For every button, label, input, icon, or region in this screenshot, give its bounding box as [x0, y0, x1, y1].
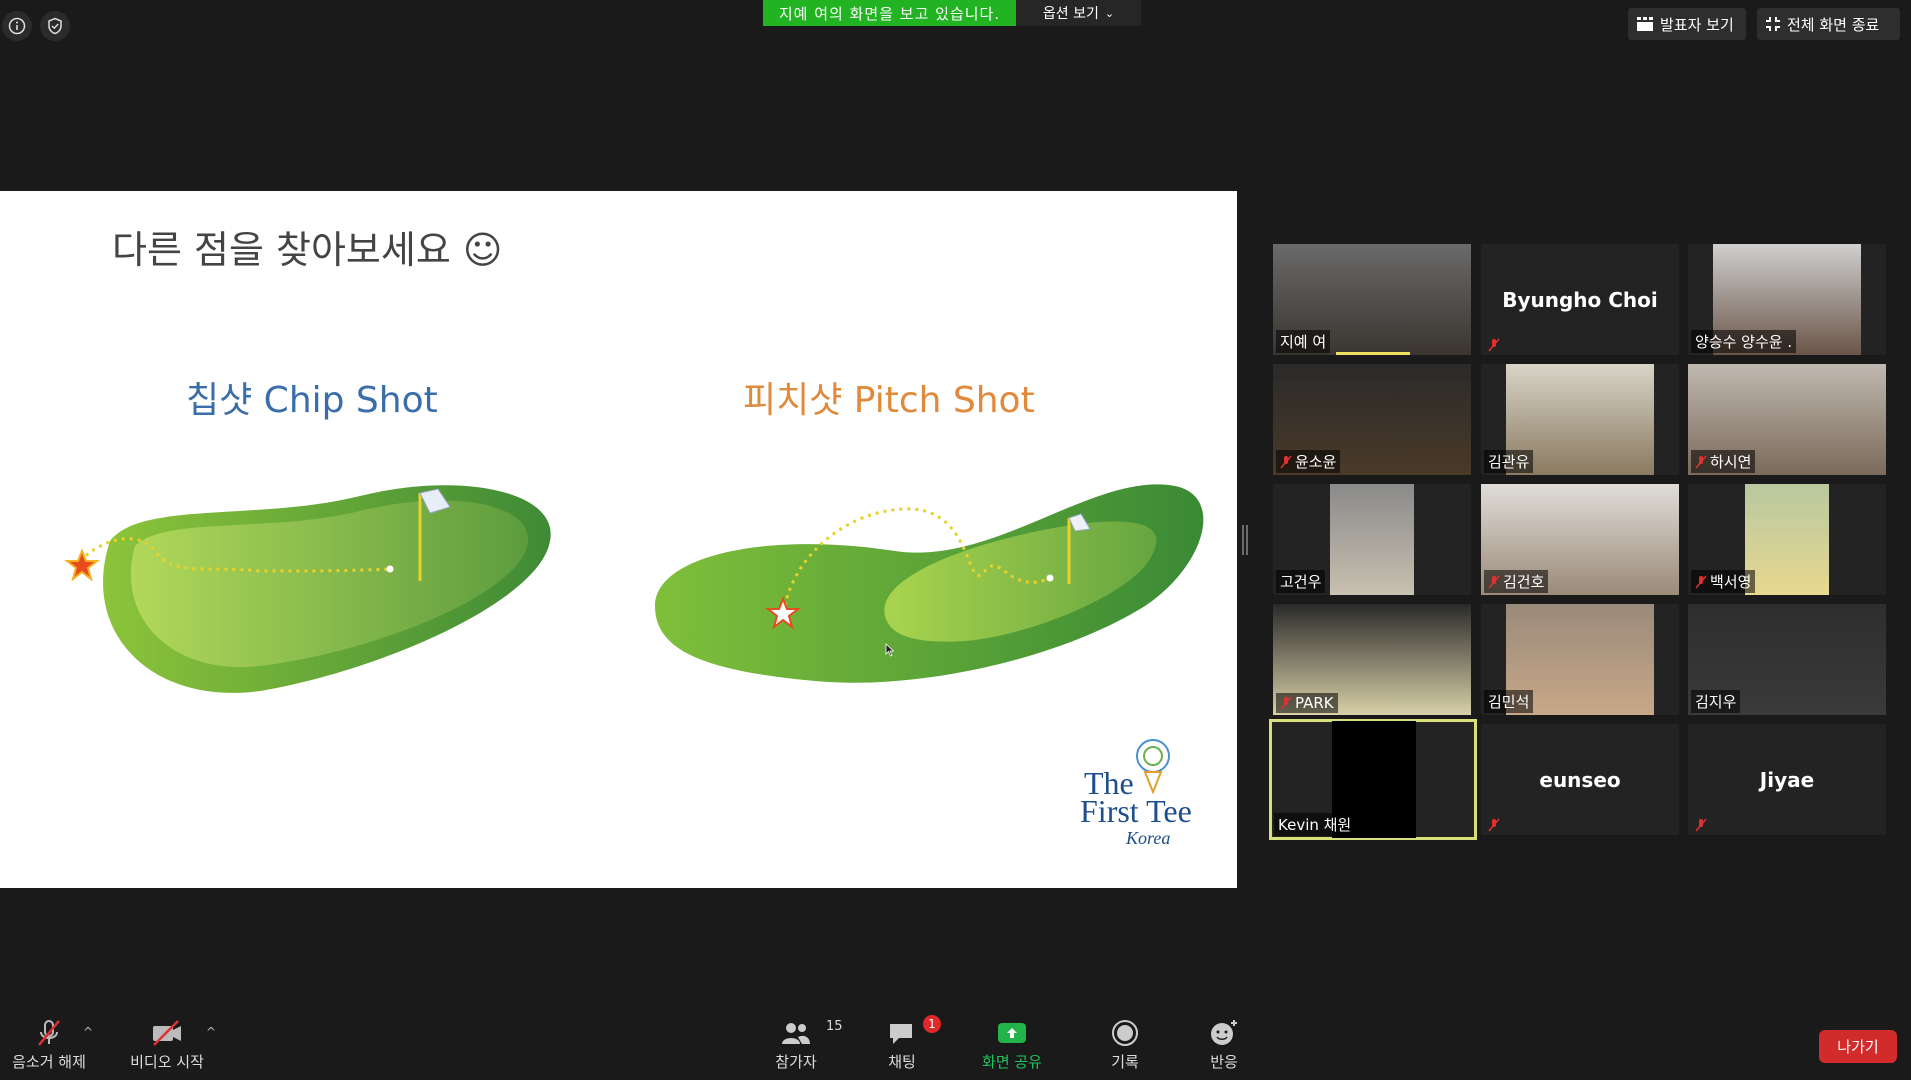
participant-tile[interactable]: Byungho Choi	[1481, 244, 1679, 355]
participant-tile[interactable]: 양승수 양수윤 .	[1688, 244, 1886, 355]
chat-label: 채팅	[888, 1053, 916, 1071]
participant-name: Kevin 채원	[1278, 816, 1352, 834]
chat-icon	[890, 1024, 912, 1044]
logo-line2: First Tee	[1080, 793, 1192, 829]
emoji-icon	[1211, 1020, 1237, 1045]
speaker-view-button[interactable]: 발표자 보기	[1628, 8, 1746, 40]
start-video-button[interactable]: 비디오 시작	[126, 1015, 208, 1072]
share-status-banner: 지예 여의 화면을 보고 있습니다.	[763, 0, 1016, 26]
slide-title: 다른 점을 찾아보세요 ☺	[112, 228, 503, 272]
info-icon[interactable]	[2, 11, 32, 41]
pitch-shot-label: 피치샷 Pitch Shot	[743, 380, 1035, 421]
mic-muted-icon	[1488, 818, 1500, 832]
mic-muted-icon	[1695, 818, 1707, 832]
video-options-caret-icon[interactable]: ^	[206, 1025, 216, 1039]
speaker-view-icon	[1637, 17, 1653, 31]
chip-shot-green-illustration	[64, 485, 551, 693]
chat-button[interactable]: 1 채팅	[872, 1015, 941, 1072]
participants-label: 참가자	[775, 1053, 817, 1071]
share-screen-button[interactable]: 화면 공유	[975, 1015, 1049, 1072]
exit-fullscreen-label: 전체 화면 종료	[1787, 15, 1880, 34]
leave-label: 나가기	[1837, 1038, 1879, 1056]
participant-tile[interactable]: 윤소윤	[1273, 364, 1471, 475]
view-options-button[interactable]: 옵션 보기 ⌄	[1016, 0, 1141, 26]
participant-name: 김관유	[1488, 453, 1530, 471]
chip-shot-label: 칩샷 Chip Shot	[186, 380, 438, 421]
participant-name: PARK	[1295, 694, 1334, 712]
unmute-button[interactable]: 음소거 해제	[8, 1015, 90, 1072]
record-icon	[1112, 1020, 1138, 1046]
exit-fullscreen-icon	[1766, 17, 1780, 31]
participant-name-placeholder: eunseo	[1539, 767, 1621, 792]
first-tee-emblem-icon	[1136, 739, 1170, 794]
mic-muted-icon	[1695, 455, 1707, 469]
exit-fullscreen-button[interactable]: 전체 화면 종료	[1757, 8, 1900, 40]
participant-tile[interactable]: 백서영	[1688, 484, 1886, 595]
mic-muted-icon	[1280, 696, 1292, 710]
leave-button[interactable]: 나가기	[1819, 1030, 1897, 1063]
participant-name: 양승수 양수윤 .	[1695, 333, 1793, 351]
participant-name-placeholder: Byungho Choi	[1502, 287, 1658, 312]
view-options-label: 옵션 보기	[1042, 6, 1099, 22]
chevron-down-icon: ⌄	[1104, 6, 1115, 20]
participant-tile[interactable]: eunseo	[1481, 724, 1679, 835]
participant-tile[interactable]: 김지우	[1688, 604, 1886, 715]
participant-tile[interactable]: 고건우	[1273, 484, 1471, 595]
unmute-label: 음소거 해제	[12, 1053, 86, 1071]
participant-name: 김건호	[1503, 573, 1545, 591]
audio-options-caret-icon[interactable]: ^	[83, 1025, 93, 1039]
participants-count: 15	[826, 1019, 843, 1034]
pitch-shot-green-illustration	[655, 484, 1204, 683]
first-tee-korea-logo: The First Tee Korea	[1078, 736, 1228, 861]
start-video-label: 비디오 시작	[130, 1053, 204, 1071]
chat-badge: 1	[923, 1015, 941, 1033]
participants-button[interactable]: 15 참가자	[766, 1015, 842, 1072]
participant-tile[interactable]: 하시연	[1688, 364, 1886, 475]
mic-muted-icon	[1695, 575, 1707, 589]
speaking-indicator	[1336, 352, 1410, 355]
participant-tile-active[interactable]: Kevin 채원	[1269, 719, 1477, 840]
record-label: 기록	[1111, 1053, 1139, 1071]
mic-muted-icon	[1488, 338, 1500, 352]
participant-name: 김지우	[1695, 693, 1737, 711]
participant-name: 백서영	[1710, 573, 1752, 591]
participant-tile[interactable]: Jiyae	[1688, 724, 1886, 835]
mic-muted-icon	[38, 1020, 60, 1046]
mic-muted-icon	[1280, 455, 1292, 469]
mic-muted-icon	[1488, 575, 1500, 589]
participants-icon	[782, 1023, 810, 1044]
participant-name: 윤소윤	[1295, 453, 1337, 471]
participant-name: 하시연	[1710, 453, 1752, 471]
share-status-text: 지예 여의 화면을 보고 있습니다.	[778, 4, 1001, 23]
shield-icon[interactable]	[40, 11, 70, 41]
shared-screen: 다른 점을 찾아보세요 ☺ 칩샷 Chip Shot 피치샷 Pitch Sho…	[0, 191, 1237, 888]
participant-tile[interactable]: 김관유	[1481, 364, 1679, 475]
reactions-button[interactable]: 반응	[1194, 1015, 1254, 1072]
participant-tile[interactable]: 김민석	[1481, 604, 1679, 715]
participant-name: 김민석	[1488, 693, 1530, 711]
speaker-view-label: 발표자 보기	[1660, 15, 1734, 34]
video-off-icon	[153, 1020, 181, 1046]
cursor-icon	[885, 643, 895, 657]
participant-tile[interactable]: 지예 여	[1273, 244, 1471, 355]
reactions-label: 반응	[1210, 1053, 1238, 1071]
share-screen-label: 화면 공유	[982, 1053, 1042, 1071]
participant-tile[interactable]: PARK	[1273, 604, 1471, 715]
participant-tile[interactable]: 김건호	[1481, 484, 1679, 595]
participant-name-placeholder: Jiyae	[1759, 767, 1815, 792]
share-screen-icon	[998, 1023, 1026, 1043]
resize-handle[interactable]	[1241, 523, 1249, 557]
participant-name: 고건우	[1280, 573, 1322, 591]
participant-name: 지예 여	[1280, 333, 1327, 351]
record-button[interactable]: 기록	[1095, 1015, 1155, 1072]
logo-line3: Korea	[1126, 828, 1171, 848]
